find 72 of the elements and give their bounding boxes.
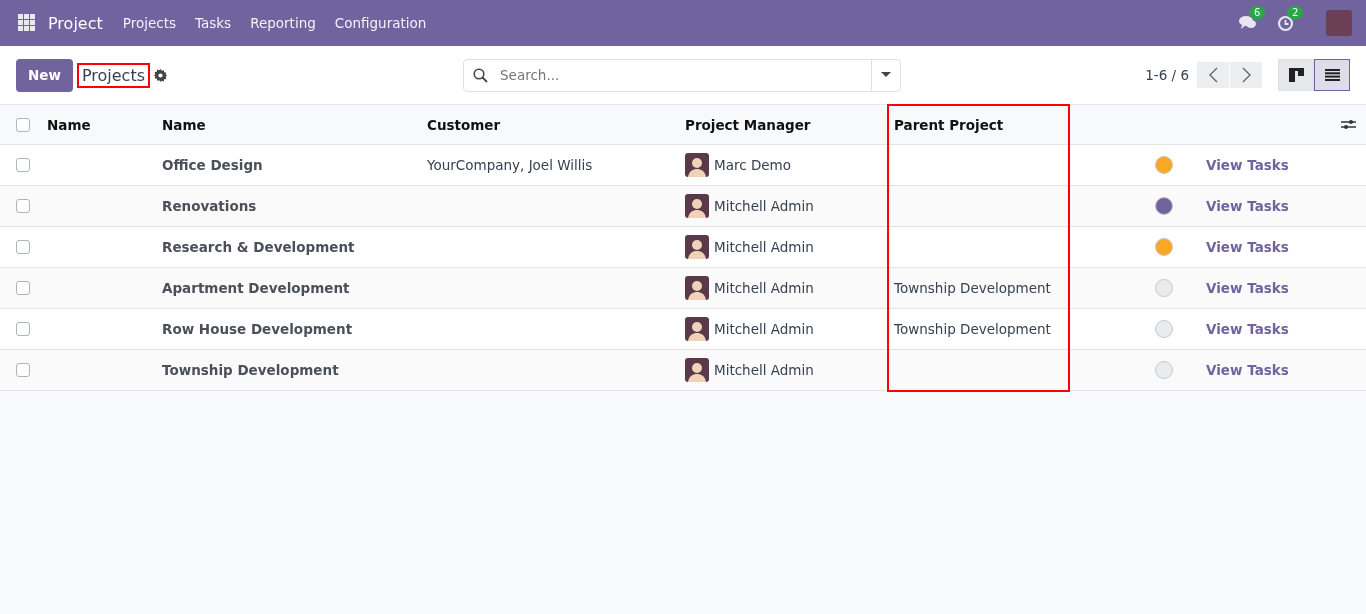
row-checkbox[interactable] <box>16 158 30 172</box>
menu-item[interactable]: Reporting <box>250 15 316 31</box>
row-checkbox[interactable] <box>16 281 30 295</box>
chevron-right-icon <box>1241 67 1251 83</box>
customer-name: YourCompany, Joel Willis <box>427 157 593 173</box>
project-name: Township Development <box>162 362 339 378</box>
avatar-icon <box>685 317 709 341</box>
column-header[interactable]: Project Manager <box>678 116 887 133</box>
next-page-button[interactable] <box>1230 62 1262 88</box>
manager-name: Mitchell Admin <box>714 280 814 296</box>
view-tasks-link[interactable]: View Tasks <box>1206 362 1289 378</box>
pager-value: 1-6 / 6 <box>1145 67 1189 83</box>
menu-item[interactable]: Configuration <box>334 15 427 31</box>
user-avatar[interactable] <box>1326 10 1352 36</box>
menu-item[interactable]: Projects <box>122 15 176 31</box>
previous-page-button[interactable] <box>1197 62 1229 88</box>
search-icon <box>473 67 488 83</box>
manager-name: Mitchell Admin <box>714 239 814 255</box>
apps-grid-icon[interactable] <box>18 14 36 32</box>
project-name: Office Design <box>162 157 263 173</box>
list-view-button[interactable] <box>1314 59 1350 91</box>
row-checkbox[interactable] <box>16 240 30 254</box>
breadcrumb: Projects <box>76 62 150 88</box>
parent-project-name: Township Development <box>894 280 1051 296</box>
view-tasks-link[interactable]: View Tasks <box>1206 198 1289 214</box>
view-tasks-link[interactable]: View Tasks <box>1206 280 1289 296</box>
color-dot[interactable] <box>1155 156 1173 174</box>
kanban-icon <box>1288 68 1304 82</box>
color-dot[interactable] <box>1155 361 1173 379</box>
sliders-icon[interactable] <box>1341 118 1356 131</box>
app-name[interactable]: Project <box>48 13 103 33</box>
project-name: Apartment Development <box>162 280 350 296</box>
column-header[interactable]: Parent Project <box>887 116 1070 133</box>
color-dot[interactable] <box>1155 320 1173 338</box>
color-dot[interactable] <box>1155 279 1173 297</box>
column-header[interactable]: Name <box>155 116 420 133</box>
clock-icon[interactable] <box>1277 14 1294 32</box>
project-name: Row House Development <box>162 321 353 337</box>
gear-icon[interactable] <box>154 68 167 82</box>
avatar-icon <box>685 235 709 259</box>
column-header[interactable]: Customer <box>420 116 678 133</box>
column-header[interactable]: Name <box>40 116 155 133</box>
caret-icon <box>881 72 891 78</box>
view-tasks-link[interactable]: View Tasks <box>1206 321 1289 337</box>
select-all-checkbox[interactable] <box>16 117 30 132</box>
view-tasks-link[interactable]: View Tasks <box>1206 239 1289 255</box>
menu-item[interactable]: Tasks <box>195 15 232 31</box>
row-checkbox[interactable] <box>16 322 30 336</box>
row-checkbox[interactable] <box>16 199 30 213</box>
view-tasks-link[interactable]: View Tasks <box>1206 157 1289 173</box>
activities-badge: 2 <box>1287 5 1304 19</box>
avatar-icon <box>685 153 709 177</box>
list-icon <box>1324 69 1340 81</box>
manager-name: Marc Demo <box>714 157 791 173</box>
project-name: Renovations <box>162 198 257 214</box>
chevron-left-icon <box>1208 67 1218 83</box>
messages-badge: 6 <box>1249 6 1266 19</box>
project-name: Research & Development <box>162 239 355 255</box>
new-button[interactable]: New <box>16 58 73 92</box>
row-checkbox[interactable] <box>16 363 30 377</box>
color-dot[interactable] <box>1155 197 1173 215</box>
color-dot[interactable] <box>1155 238 1173 256</box>
avatar-icon <box>685 194 709 218</box>
avatar-icon <box>685 358 709 382</box>
search-field[interactable]: Search... <box>463 58 901 92</box>
manager-name: Mitchell Admin <box>714 321 814 337</box>
manager-name: Mitchell Admin <box>714 362 814 378</box>
avatar-icon <box>685 276 709 300</box>
parent-project-name: Township Development <box>894 321 1051 337</box>
manager-name: Mitchell Admin <box>714 198 814 214</box>
kanban-view-button[interactable] <box>1278 59 1314 91</box>
chat-icon[interactable] <box>1239 15 1257 31</box>
